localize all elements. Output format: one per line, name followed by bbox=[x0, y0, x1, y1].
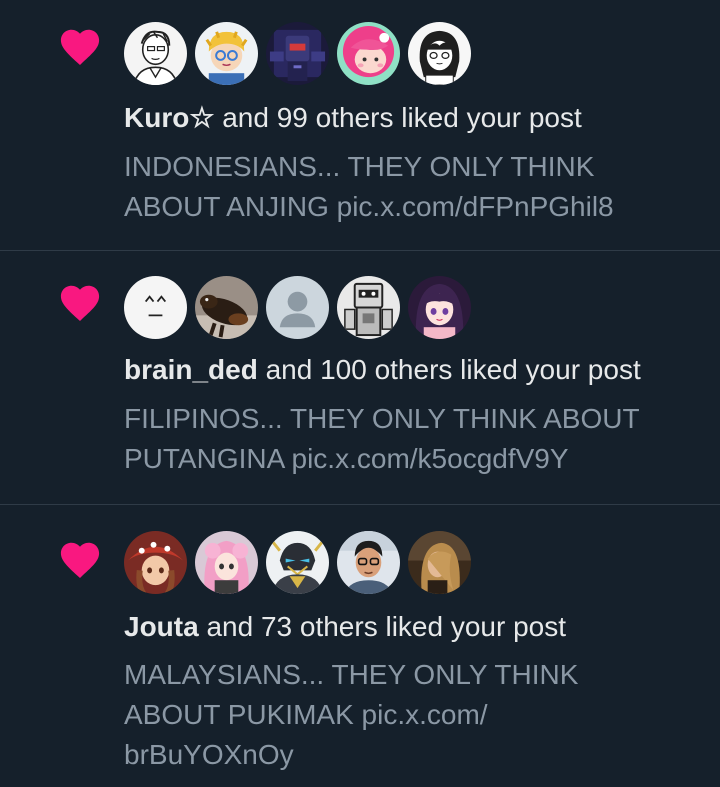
heart-icon bbox=[60, 29, 100, 66]
avatar-sketch-girl[interactable] bbox=[408, 22, 471, 85]
liked-text: and 99 others liked your post bbox=[214, 102, 582, 133]
like-notification[interactable]: Kuro☆ and 99 others liked your post INDO… bbox=[0, 0, 720, 251]
liked-summary: brain_ded and 100 others liked your post bbox=[124, 353, 641, 387]
like-notification[interactable]: Jouta and 73 others liked your post MALA… bbox=[0, 505, 720, 787]
avatar-robot-gray[interactable] bbox=[337, 276, 400, 339]
post-text-line: ABOUT ANJING bbox=[124, 191, 337, 222]
liked-summary: Kuro☆ and 99 others liked your post bbox=[124, 101, 582, 135]
avatar-default-person[interactable] bbox=[266, 276, 329, 339]
avatar-row bbox=[124, 276, 471, 339]
avatar-man-glasses[interactable] bbox=[337, 531, 400, 594]
avatar-robot[interactable] bbox=[266, 22, 329, 85]
avatar-pink-hair[interactable] bbox=[337, 22, 400, 85]
post-text-line: FILIPINOS... THEY ONLY THINK ABOUT bbox=[124, 403, 640, 434]
avatar-armored-hero[interactable] bbox=[266, 531, 329, 594]
liker-username[interactable]: Jouta bbox=[124, 611, 199, 642]
heart-icon bbox=[60, 542, 100, 579]
post-text-line: PUTANGINA bbox=[124, 443, 292, 474]
avatar-red-hat-girl[interactable] bbox=[124, 531, 187, 594]
liked-text: and 73 others liked your post bbox=[198, 611, 567, 642]
post-image-link-continued[interactable]: brBuYOXnOy bbox=[124, 739, 294, 770]
avatar-row bbox=[124, 22, 471, 85]
liked-text: and 100 others liked your post bbox=[257, 354, 641, 385]
post-image-link[interactable]: pic.x.com/ bbox=[362, 699, 488, 730]
post-text-line: ABOUT PUKIMAK bbox=[124, 699, 362, 730]
post-preview[interactable]: MALAYSIANS... THEY ONLY THINK ABOUT PUKI… bbox=[124, 655, 684, 775]
post-text-line: INDONESIANS... THEY ONLY THINK bbox=[124, 151, 595, 182]
notifications-feed: Kuro☆ and 99 others liked your post INDO… bbox=[0, 0, 720, 787]
heart-icon bbox=[60, 285, 100, 322]
avatar-sketch-man[interactable] bbox=[124, 22, 187, 85]
liker-username[interactable]: Kuro☆ bbox=[124, 102, 214, 133]
like-notification[interactable]: brain_ded and 100 others liked your post… bbox=[0, 251, 720, 505]
avatar-face-emoticon[interactable] bbox=[124, 276, 187, 339]
liker-username[interactable]: brain_ded bbox=[124, 354, 258, 385]
avatar-dog[interactable] bbox=[195, 276, 258, 339]
post-text-line: MALAYSIANS... THEY ONLY THINK bbox=[124, 659, 579, 690]
avatar-blonde-long-hair[interactable] bbox=[408, 531, 471, 594]
post-preview[interactable]: INDONESIANS... THEY ONLY THINK ABOUT ANJ… bbox=[124, 147, 684, 227]
post-preview[interactable]: FILIPINOS... THEY ONLY THINK ABOUT PUTAN… bbox=[124, 399, 684, 479]
avatar-pink-hair-girl[interactable] bbox=[195, 531, 258, 594]
avatar-row bbox=[124, 531, 471, 594]
liked-summary: Jouta and 73 others liked your post bbox=[124, 610, 566, 644]
post-image-link[interactable]: pic.x.com/dFPnPGhil8 bbox=[337, 191, 614, 222]
avatar-blonde-boy[interactable] bbox=[195, 22, 258, 85]
avatar-anime-girl[interactable] bbox=[408, 276, 471, 339]
post-image-link[interactable]: pic.x.com/k5ocgdfV9Y bbox=[292, 443, 569, 474]
